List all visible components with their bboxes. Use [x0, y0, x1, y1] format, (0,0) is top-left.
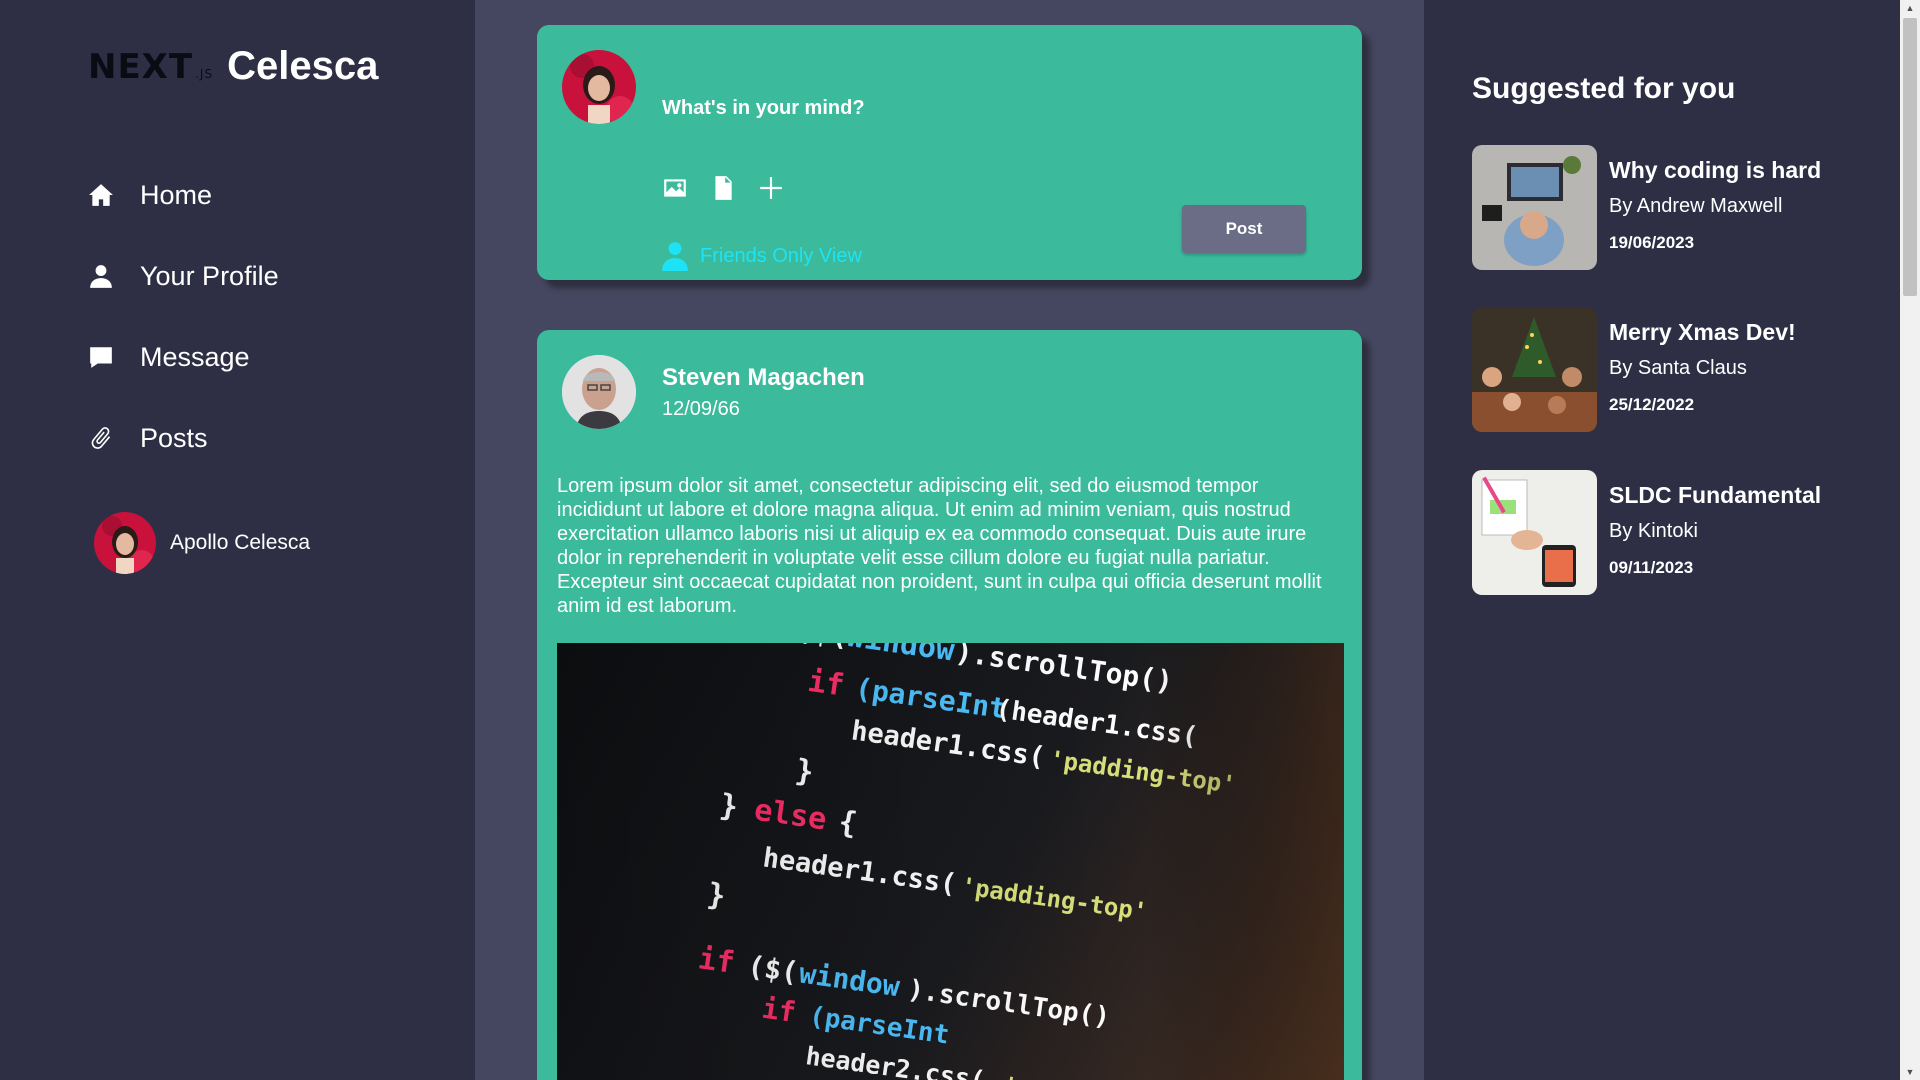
suggestion-author: By Kintoki [1609, 520, 1698, 542]
suggestion-item[interactable]: SLDC Fundamental By Kintoki 09/11/2023 [1472, 470, 1872, 595]
feed-post: Steven Magachen 12/09/66 Lorem ipsum dol… [537, 330, 1362, 1080]
suggestion-title: Why coding is hard [1609, 157, 1822, 183]
avatar[interactable] [562, 355, 636, 429]
post-image[interactable]: if ($( window ).scrollTop() if (parseInt… [557, 643, 1344, 1080]
suggestion-thumbnail [1472, 470, 1597, 595]
feed: What's in your mind? Friends Only View P… [475, 0, 1424, 1080]
post-composer: What's in your mind? Friends Only View P… [537, 25, 1362, 280]
suggestion-date: 09/11/2023 [1609, 558, 1694, 577]
page-scrollbar[interactable]: ▲ ▼ [1900, 0, 1920, 1080]
post-body: Lorem ipsum dolor sit amet, consectetur … [557, 475, 1322, 617]
brand[interactable]: NEXT .JS Celesca [88, 44, 378, 89]
nav-item-label: Your Profile [140, 260, 279, 291]
image-icon[interactable] [662, 175, 688, 201]
suggested-heading: Suggested for you [1472, 72, 1736, 105]
visibility-label: Friends Only View [700, 244, 862, 267]
scroll-down-arrow[interactable]: ▼ [1900, 1064, 1920, 1080]
nav-item-profile[interactable]: Your Profile [88, 249, 279, 303]
suggestion-title: Merry Xmas Dev! [1609, 319, 1796, 345]
app-title: Celesca [227, 44, 379, 88]
main-nav: Home Your Profile Message Posts [88, 168, 279, 492]
suggestion-item[interactable]: Merry Xmas Dev! By Santa Claus 25/12/202… [1472, 307, 1872, 432]
paperclip-icon [91, 427, 111, 449]
suggestion-item[interactable]: Why coding is hard By Andrew Maxwell 19/… [1472, 145, 1872, 270]
user-icon [662, 242, 688, 271]
scroll-up-arrow[interactable]: ▲ [1900, 0, 1920, 16]
suggestion-thumbnail [1472, 307, 1597, 432]
nav-item-home[interactable]: Home [88, 168, 279, 222]
plus-icon[interactable] [758, 175, 784, 201]
visibility-selector[interactable]: Friends Only View [662, 241, 862, 271]
post-date: 12/09/66 [662, 398, 740, 420]
current-user-name: Apollo Celesca [170, 531, 311, 554]
suggestion-date: 25/12/2022 [1609, 395, 1695, 414]
home-icon [89, 184, 113, 206]
avatar [94, 512, 156, 574]
avatar [562, 50, 636, 124]
current-user[interactable]: Apollo Celesca [94, 512, 310, 574]
scrollbar-thumb[interactable] [1903, 18, 1917, 296]
nextjs-logo: NEXT .JS [88, 46, 214, 87]
suggestion-title: SLDC Fundamental [1609, 482, 1822, 508]
nav-item-label: Message [140, 341, 250, 372]
file-icon[interactable] [710, 175, 736, 201]
suggestion-author: By Santa Claus [1609, 357, 1747, 379]
suggestion-author: By Andrew Maxwell [1609, 195, 1783, 217]
nav-item-label: Posts [140, 422, 208, 453]
nav-item-label: Home [140, 179, 213, 210]
nav-item-message[interactable]: Message [88, 330, 279, 384]
left-sidebar: NEXT .JS Celesca Home Your Profile Messag… [0, 0, 475, 1080]
post-author[interactable]: Steven Magachen [662, 364, 865, 392]
suggestion-thumbnail [1472, 145, 1597, 270]
post-button[interactable]: Post [1182, 205, 1306, 253]
nav-item-posts[interactable]: Posts [88, 411, 279, 465]
message-icon [90, 347, 112, 368]
composer-input[interactable]: What's in your mind? [662, 97, 865, 120]
right-sidebar: Suggested for you Why coding is hard By … [1424, 0, 1900, 1080]
code-photo: if ($( window ).scrollTop() if (parseInt… [557, 643, 1344, 1080]
composer-tools [662, 175, 784, 201]
user-icon [90, 265, 112, 288]
suggestion-date: 19/06/2023 [1609, 233, 1695, 252]
